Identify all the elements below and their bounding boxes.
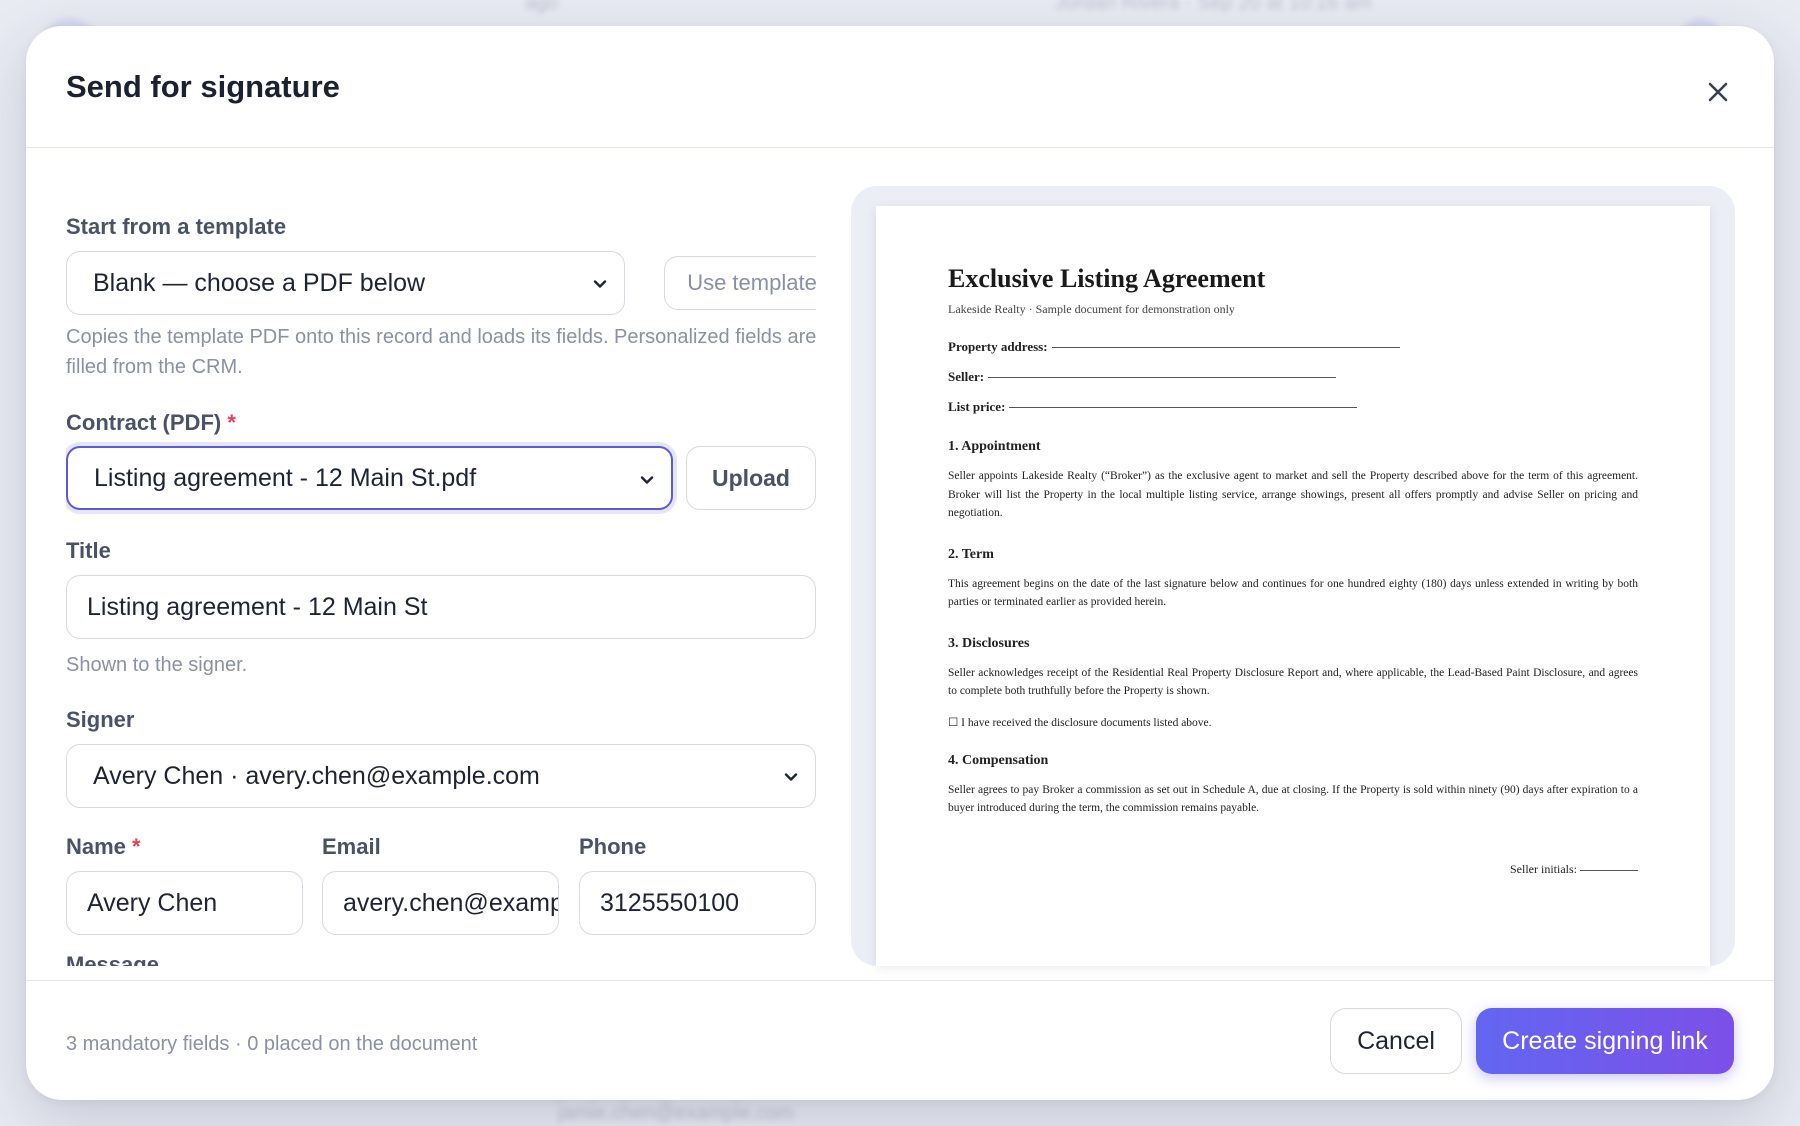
document-title: Exclusive Listing Agreement — [948, 264, 1266, 293]
signature-form: Start from a template Blank — choose a P… — [66, 148, 816, 966]
upload-button[interactable]: Upload — [686, 446, 816, 510]
template-hint: Copies the template PDF onto this record… — [66, 326, 816, 378]
name-input-value: Avery Chen — [87, 888, 218, 917]
close-icon — [1708, 82, 1728, 102]
contract-label-text: Contract (PDF) — [66, 410, 222, 435]
chevron-down-icon — [593, 280, 607, 288]
dialog-header: Send for signature — [26, 26, 1774, 148]
signer-select-value: Avery Chen · avery.chen@example.com — [93, 761, 540, 790]
template-label: Start from a template — [66, 214, 287, 239]
cancel-button[interactable]: Cancel — [1330, 1008, 1462, 1074]
required-mark: * — [132, 834, 141, 859]
property-address-label: Property address: — [948, 339, 1048, 354]
name-input[interactable]: Avery Chen — [66, 871, 303, 935]
section-heading: 2. Term — [948, 546, 994, 562]
name-label-text: Name — [66, 834, 126, 859]
email-input[interactable]: avery.chen@example.com — [322, 871, 559, 935]
create-signing-link-button[interactable]: Create signing link — [1476, 1008, 1734, 1074]
seller-label: Seller: — [948, 369, 985, 384]
phone-input[interactable]: 3125550100 — [579, 871, 816, 935]
title-hint: Shown to the signer. — [66, 654, 248, 676]
name-label: Name * — [66, 834, 141, 860]
document-page[interactable]: Exclusive Listing Agreement Lakeside Rea… — [876, 206, 1710, 966]
chevron-down-icon — [640, 476, 654, 484]
property-address-line: Property address: — [948, 339, 1638, 355]
document-preview[interactable]: Exclusive Listing Agreement Lakeside Rea… — [851, 186, 1735, 966]
section-text: This agreement begins on the date of the… — [948, 577, 1638, 609]
section-text: Seller acknowledges receipt of the Resid… — [948, 666, 1638, 698]
background-text: ago — [525, 0, 559, 14]
section-text: Seller appoints Lakeside Realty (“Broker… — [948, 470, 1638, 519]
message-label: Message — [66, 952, 159, 966]
background-text: Jordan Rivera · Sep 20 at 10:16 am — [1055, 0, 1372, 14]
phone-label: Phone — [579, 834, 647, 859]
contract-select[interactable]: Listing agreement - 12 Main St.pdf — [66, 446, 673, 510]
dialog-title: Send for signature — [66, 69, 340, 104]
title-input[interactable]: Listing agreement - 12 Main St — [66, 575, 816, 639]
seller-line: Seller: — [948, 369, 1638, 385]
section-heading: 3. Disclosures — [948, 635, 1030, 651]
section-text: Seller agrees to pay Broker a commission… — [948, 783, 1638, 815]
close-button[interactable] — [1700, 74, 1736, 110]
mandatory-fields-status: 3 mandatory fields · 0 placed on the doc… — [66, 1033, 478, 1055]
required-mark: * — [227, 410, 236, 435]
signer-select[interactable]: Avery Chen · avery.chen@example.com — [66, 744, 816, 808]
seller-initials-label: Seller initials: — [1510, 862, 1577, 876]
use-template-button[interactable]: Use template — [664, 256, 816, 310]
template-select[interactable]: Blank — choose a PDF below — [66, 251, 625, 315]
title-input-value: Listing agreement - 12 Main St — [87, 592, 428, 621]
section-heading: 1. Appointment — [948, 439, 1041, 454]
send-for-signature-dialog: Send for signature Start from a template… — [26, 26, 1774, 1100]
contract-label: Contract (PDF) * — [66, 410, 236, 436]
chevron-down-icon — [784, 773, 798, 781]
signer-label: Signer — [66, 707, 135, 732]
phone-input-value: 3125550100 — [600, 888, 740, 917]
document-subtitle: Lakeside Realty · Sample document for de… — [948, 302, 1235, 316]
list-price-label: List price: — [948, 399, 1006, 414]
email-label: Email — [322, 834, 381, 859]
email-input-value: avery.chen@example.com — [343, 888, 559, 917]
section-heading: 4. Compensation — [948, 752, 1049, 768]
dialog-footer: 3 mandatory fields · 0 placed on the doc… — [26, 980, 1774, 1100]
disclosure-checkbox-line: ☐ I have received the disclosure documen… — [948, 716, 1212, 729]
template-select-value: Blank — choose a PDF below — [93, 268, 426, 297]
background-text: jamie.chen@example.com — [558, 1102, 794, 1124]
title-label: Title — [66, 538, 111, 563]
seller-initials-line: Seller initials: — [1510, 862, 1638, 877]
list-price-line: List price: — [948, 399, 1638, 415]
contract-select-value: Listing agreement - 12 Main St.pdf — [94, 463, 477, 492]
